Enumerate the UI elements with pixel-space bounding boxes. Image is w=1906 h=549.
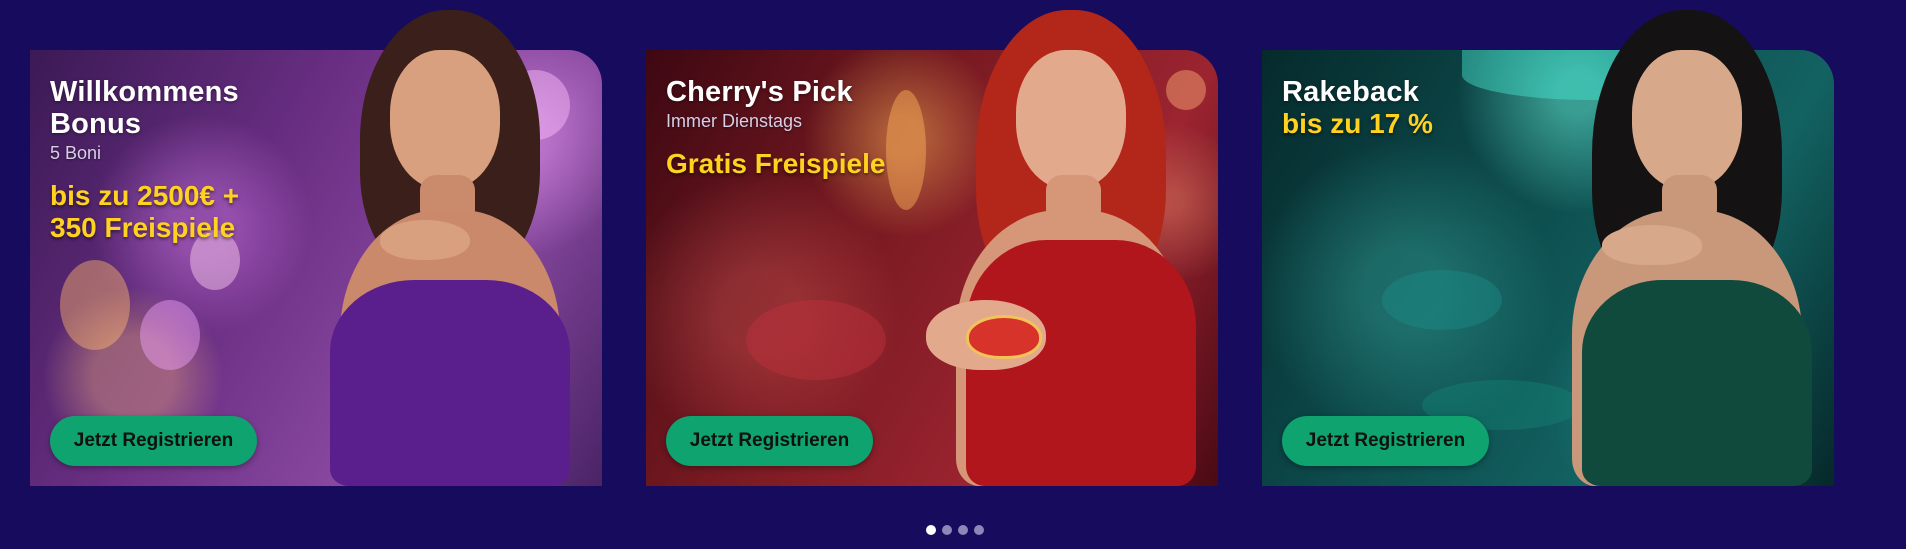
promo-title-line1: Rakeback	[1282, 76, 1420, 108]
promo-title-line2: Bonus	[50, 108, 142, 140]
casino-light-decoration	[1166, 70, 1206, 110]
casino-light-decoration	[1382, 270, 1502, 330]
promo-card-rakeback[interactable]: Rakeback bis zu 17 % Jetzt Registrieren	[1262, 10, 1834, 486]
register-button[interactable]: Jetzt Registrieren	[50, 416, 257, 466]
promo-card-cherrys-pick[interactable]: Cherry's Pick Immer Dienstags Gratis Fre…	[646, 10, 1218, 486]
promo-subtitle: Immer Dienstags	[666, 111, 803, 131]
pagination-dot-2[interactable]	[942, 525, 952, 535]
casino-light-decoration	[500, 70, 570, 140]
promo-subtitle: 5 Boni	[50, 143, 102, 163]
pagination-dot-4[interactable]	[974, 525, 984, 535]
promo-offer-line1: bis zu 17 %	[1282, 108, 1433, 139]
carousel-pagination	[926, 525, 984, 535]
promo-text-block: Willkommens Bonus 5 Boni bis zu 2500€ + …	[50, 76, 370, 244]
promo-card-welcome-bonus[interactable]: Willkommens Bonus 5 Boni bis zu 2500€ + …	[30, 10, 602, 486]
promo-text-block: Cherry's Pick Immer Dienstags Gratis Fre…	[666, 76, 986, 180]
pagination-dot-1[interactable]	[926, 525, 936, 535]
register-button[interactable]: Jetzt Registrieren	[1282, 416, 1489, 466]
promo-title-line1: Cherry's Pick	[666, 76, 853, 108]
casino-light-decoration	[746, 300, 886, 380]
promo-title-line1: Willkommens	[50, 76, 239, 108]
promo-offer-line1: bis zu 2500€ +	[50, 180, 240, 211]
promo-offer-line2: 350 Freispiele	[50, 212, 236, 243]
promo-offer-line1: Gratis Freispiele	[666, 148, 886, 179]
promo-carousel: Willkommens Bonus 5 Boni bis zu 2500€ + …	[0, 0, 1906, 549]
register-button[interactable]: Jetzt Registrieren	[666, 416, 873, 466]
pagination-dot-3[interactable]	[958, 525, 968, 535]
casino-light-decoration	[60, 260, 130, 350]
promo-text-block: Rakeback bis zu 17 %	[1282, 76, 1602, 140]
casino-light-decoration	[140, 300, 200, 370]
